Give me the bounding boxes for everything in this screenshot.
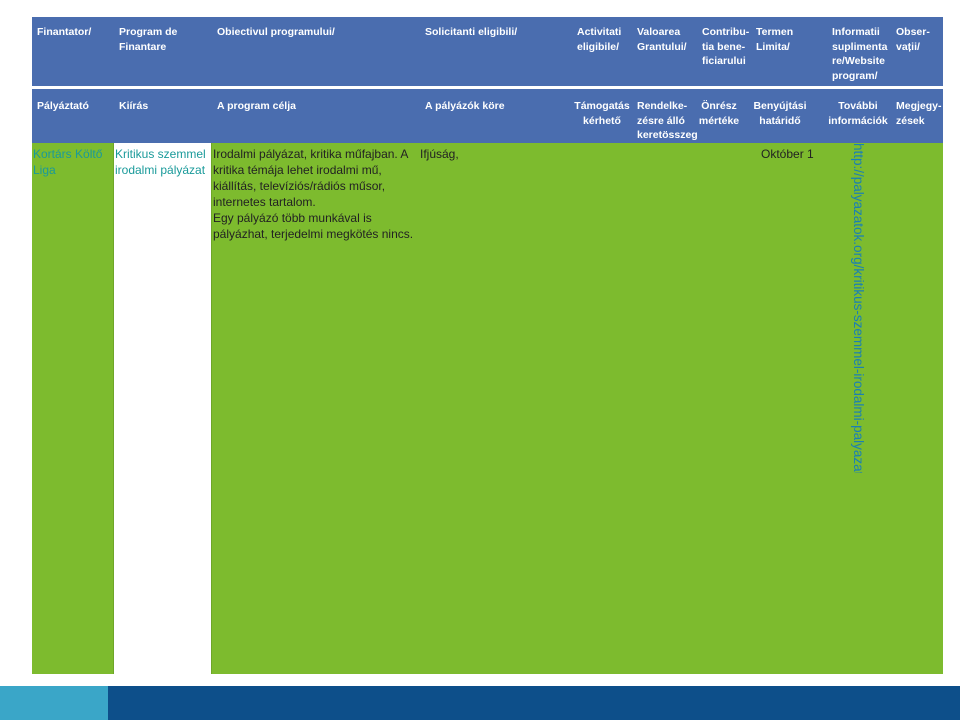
header-ro-termen: Termen Limita/ <box>756 26 794 53</box>
header-hu-cel: A program célja <box>217 100 296 112</box>
header-hu-tamogatas: Támogatás kérhető <box>574 100 630 127</box>
header-row-hungarian: Pályáztató Kiírás A program célja A pály… <box>32 89 943 143</box>
program-website-link[interactable]: http://palyazatok.org/kritikus-szemmel-i… <box>848 143 868 473</box>
header-ro-activitati: Activitati eligibile/ <box>577 26 622 53</box>
header-ro-solicitanti: Solicitanti eligibili/ <box>425 26 518 38</box>
slide: Finantator/ Program de Finantare Obiecti… <box>0 0 960 720</box>
cell-palyaztato: Kortárs Költő Liga <box>33 147 103 177</box>
header-ro-valoarea: Valoarea Grantului/ <box>637 26 687 53</box>
header-ro-observatii: Obser- vații/ <box>896 26 930 53</box>
header-hu-kor: A pályázók köre <box>425 100 505 112</box>
header-ro-informatii: Informatii suplimenta re/Website program… <box>832 26 888 82</box>
header-hu-onresz: Önrész mértéke <box>698 100 740 127</box>
header-hu-hatarido: Benyújtási határidő <box>753 100 807 127</box>
column-divider <box>211 143 212 674</box>
column-divider <box>113 143 114 674</box>
cell-kiiras: Kritikus szemmel irodalmi pályázat <box>115 147 206 177</box>
footer-accent <box>0 686 108 720</box>
header-hu-megjegyzesek: Megjegy- zések <box>896 100 942 127</box>
header-row-romanian: Finantator/ Program de Finantare Obiecti… <box>32 17 943 86</box>
cell-palyazok-kore: Ifjúság, <box>420 147 459 161</box>
header-ro-finantator: Finantator/ <box>37 26 92 38</box>
kiiras-column-background <box>114 143 211 674</box>
header-hu-palyaztato: Pályáztató <box>37 100 89 112</box>
header-hu-tovabbi: További információk <box>828 100 888 127</box>
header-ro-contributia: Contribu- tia bene- ficiarului <box>702 26 750 67</box>
cell-tovabbi-informaciok: http://palyazatok.org/kritikus-szemmel-i… <box>848 143 868 473</box>
cell-hatarido: Október 1 <box>761 147 814 161</box>
header-hu-kiiras: Kiírás <box>119 100 149 112</box>
header-hu-keretosszeg: Rendelke- zésre álló keretösszeg <box>637 100 698 141</box>
footer-bar <box>0 686 960 720</box>
cell-program-cel: Irodalmi pályázat, kritika műfajban. A k… <box>213 147 414 241</box>
header-ro-obiectiv: Obiectivul programului/ <box>217 26 335 38</box>
header-ro-program: Program de Finantare <box>119 26 178 53</box>
